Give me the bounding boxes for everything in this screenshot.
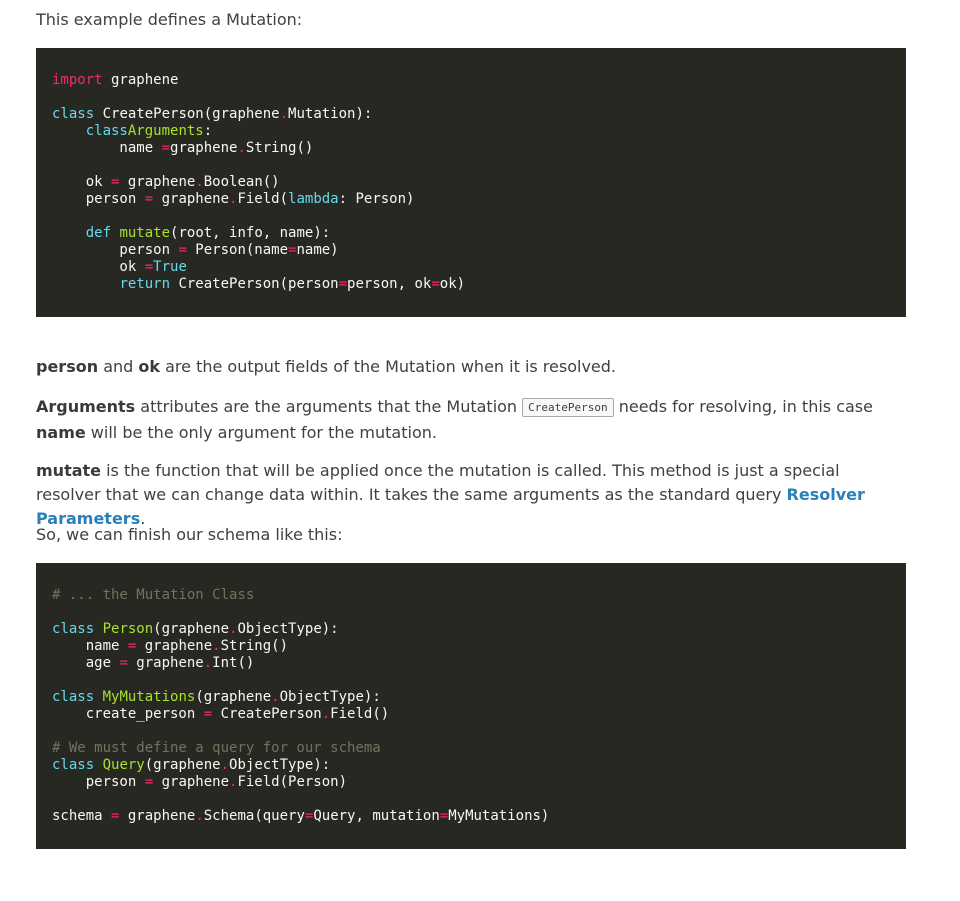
term-arguments: Arguments — [36, 397, 136, 416]
code-line: ok = graphene.Boolean() — [52, 174, 280, 190]
code-line: person = graphene.Field(lambda: Person) — [52, 191, 415, 207]
code-line: schema = graphene.Schema(query=Query, mu… — [52, 808, 550, 824]
code-line: # ... the Mutation Class — [52, 587, 255, 603]
code-line: ok =True — [52, 259, 187, 275]
paragraph-arguments: Arguments attributes are the arguments t… — [36, 395, 906, 445]
paragraph-finish-schema: So, we can finish our schema like this: — [36, 525, 343, 544]
code-line: person = graphene.Field(Person) — [52, 774, 348, 790]
paragraph-mutate: mutate is the function that will be appl… — [36, 459, 906, 531]
term-person: person — [36, 357, 99, 376]
code-block-mutation: import graphene class CreatePerson(graphe… — [36, 48, 906, 317]
text: attributes are the arguments that the Mu… — [135, 397, 523, 416]
term-mutate: mutate — [36, 461, 102, 480]
code-line: import graphene — [52, 72, 179, 88]
code-line: create_person = CreatePerson.Field() — [52, 706, 390, 722]
code-line: def mutate(root, info, name): — [85, 225, 331, 241]
code-mutation: import graphene class CreatePerson(graphe… — [52, 72, 890, 293]
text: and — [98, 357, 139, 376]
code-line: return CreatePerson(person=person, ok=ok… — [119, 276, 466, 292]
paragraph-output-fields: person and ok are the output fields of t… — [36, 355, 906, 379]
code-line: name = graphene.String() — [52, 638, 289, 654]
text: are the output fields of the Mutation wh… — [160, 357, 616, 376]
code-line: class Query(graphene.ObjectType): — [52, 757, 331, 773]
code-line: class Person(graphene.ObjectType): — [52, 621, 339, 637]
code-line: class CreatePerson(graphene.Mutation): — [52, 106, 373, 122]
code-line: classArguments: — [85, 123, 213, 139]
term-name: name — [36, 423, 86, 442]
code-line: # We must define a query for our schema — [52, 740, 381, 756]
text: will be the only argument for the mutati… — [85, 423, 437, 442]
code-line: person = Person(name=name) — [52, 242, 339, 258]
term-ok: ok — [138, 357, 161, 376]
code-line: name =graphene.String() — [52, 140, 314, 156]
code-line: age = graphene.Int() — [52, 655, 255, 671]
code-schema: # ... the Mutation Class class Person(gra… — [52, 587, 890, 825]
code-line: class MyMutations(graphene.ObjectType): — [52, 689, 381, 705]
inline-code-createperson: CreatePerson — [522, 398, 614, 417]
text: is the function that will be applied onc… — [36, 461, 840, 504]
intro-paragraph: This example defines a Mutation: — [36, 10, 303, 29]
text: needs for resolving, in this case — [613, 397, 873, 416]
code-block-schema: # ... the Mutation Class class Person(gra… — [36, 563, 906, 849]
